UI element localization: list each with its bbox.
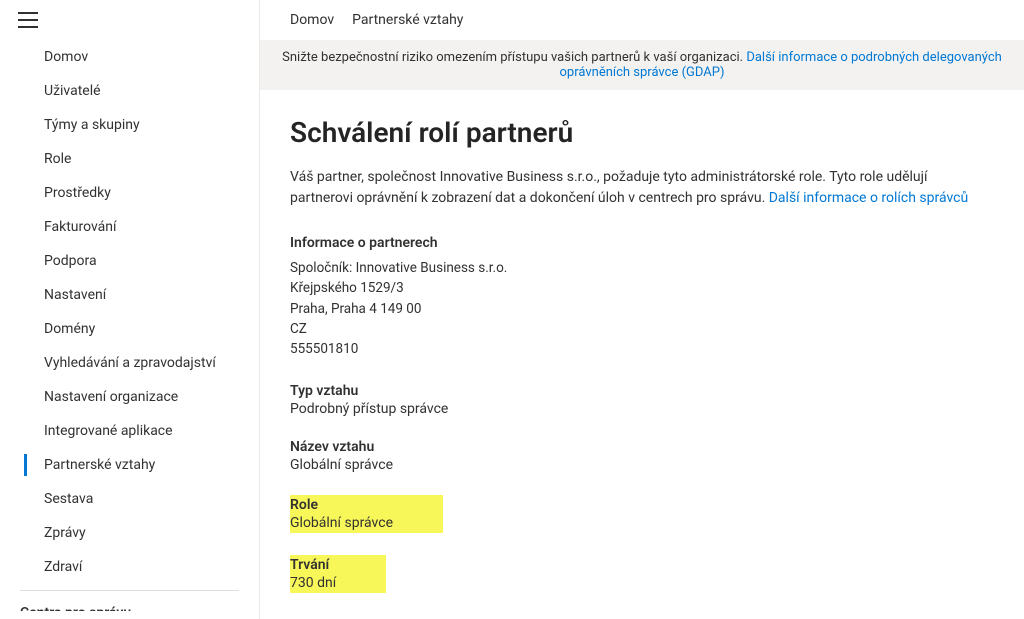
nav-divider xyxy=(20,590,239,591)
intro-link[interactable]: Další informace o rolích správců xyxy=(769,190,968,206)
sidebar-item-label: Sestava xyxy=(44,491,93,507)
sidebar-item-label: Podpora xyxy=(44,253,97,269)
main-content: Domov Partnerské vztahy Snižte bezpečnos… xyxy=(260,0,1024,619)
sidebar-item-podpora[interactable]: Podpora xyxy=(0,244,259,278)
roles-block-highlight: Role Globální správce xyxy=(290,495,443,533)
relationship-type-value: Podrobný přístup správce xyxy=(290,401,970,417)
sidebar-item-label: Nastavení organizace xyxy=(44,389,178,405)
breadcrumb-current[interactable]: Partnerské vztahy xyxy=(352,12,463,28)
page-title: Schválení rolí partnerů xyxy=(290,116,970,149)
sidebar-item-sestava[interactable]: Sestava xyxy=(0,482,259,516)
sidebar-item-uzivatele[interactable]: Uživatelé xyxy=(0,74,259,108)
partner-info-heading: Informace o partnerech xyxy=(290,233,970,254)
duration-label: Trvání xyxy=(290,557,336,573)
partner-id: 555501810 xyxy=(290,339,970,359)
breadcrumb: Domov Partnerské vztahy xyxy=(260,0,1024,40)
sidebar-item-domov[interactable]: Domov xyxy=(0,40,259,74)
sidebar-item-partnerske-vztahy[interactable]: Partnerské vztahy xyxy=(0,448,259,482)
sidebar-item-label: Prostředky xyxy=(44,185,111,201)
partner-company-line: Spoločník: Innovative Business s.r.o. xyxy=(290,258,970,278)
info-banner-text: Snižte bezpečnostní riziko omezením přís… xyxy=(282,50,743,65)
sidebar-item-label: Fakturování xyxy=(44,219,117,235)
sidebar-item-prostredky[interactable]: Prostředky xyxy=(0,176,259,210)
nav-toggle-button[interactable] xyxy=(12,6,44,34)
sidebar-item-label: Uživatelé xyxy=(44,83,101,99)
partner-company-name: Innovative Business s.r.o. xyxy=(356,260,508,276)
roles-value: Globální správce xyxy=(290,515,393,531)
sidebar-item-zpravy[interactable]: Zprávy xyxy=(0,516,259,550)
sidebar-item-zdravi[interactable]: Zdraví xyxy=(0,550,259,584)
sidebar-item-fakturovani[interactable]: Fakturování xyxy=(0,210,259,244)
sidebar-item-integrovane-aplikace[interactable]: Integrované aplikace xyxy=(0,414,259,448)
sidebar: Domov Uživatelé Týmy a skupiny Role Pros… xyxy=(0,0,260,619)
info-banner: Snižte bezpečnostní riziko omezením přís… xyxy=(260,40,1024,90)
relationship-name-label: Název vztahu xyxy=(290,439,970,455)
partner-city: Praha, Praha 4 149 00 xyxy=(290,299,970,319)
nav-main: Domov Uživatelé Týmy a skupiny Role Pros… xyxy=(0,40,259,611)
partner-info-block: Informace o partnerech Spoločník: Innova… xyxy=(290,233,970,359)
sidebar-item-domeny[interactable]: Domény xyxy=(0,312,259,346)
sidebar-item-label: Nastavení xyxy=(44,287,106,303)
partner-country: CZ xyxy=(290,319,970,339)
relationship-type-label: Typ vztahu xyxy=(290,383,970,399)
relationship-name-value: Globální správce xyxy=(290,457,970,473)
sidebar-item-nastaveni[interactable]: Nastavení xyxy=(0,278,259,312)
relationship-name-block: Název vztahu Globální správce xyxy=(290,439,970,473)
sidebar-item-label: Role xyxy=(44,151,71,167)
sidebar-item-nastaveni-organizace[interactable]: Nastavení organizace xyxy=(0,380,259,414)
roles-label: Role xyxy=(290,497,393,513)
hamburger-icon xyxy=(18,12,38,28)
sidebar-item-label: Integrované aplikace xyxy=(44,423,173,439)
breadcrumb-home[interactable]: Domov xyxy=(290,12,334,28)
sidebar-item-role[interactable]: Role xyxy=(0,142,259,176)
partner-company-label: Spoločník: xyxy=(290,260,352,276)
sidebar-item-label: Vyhledávání a zpravodajství xyxy=(44,355,216,371)
partner-street: Křejpského 1529/3 xyxy=(290,278,970,298)
relationship-type-block: Typ vztahu Podrobný přístup správce xyxy=(290,383,970,417)
sidebar-item-label: Partnerské vztahy xyxy=(44,457,155,473)
intro-paragraph: Váš partner, společnost Innovative Busin… xyxy=(290,167,970,209)
sidebar-item-label: Zprávy xyxy=(44,525,86,541)
sidebar-item-label: Týmy a skupiny xyxy=(44,117,140,133)
sidebar-item-label: Domény xyxy=(44,321,95,337)
duration-block-highlight: Trvání 730 dní xyxy=(290,555,386,593)
sidebar-item-vyhledavani[interactable]: Vyhledávání a zpravodajství xyxy=(0,346,259,380)
sidebar-item-tymy-a-skupiny[interactable]: Týmy a skupiny xyxy=(0,108,259,142)
duration-value: 730 dní xyxy=(290,575,336,591)
sidebar-item-label: Domov xyxy=(44,49,88,65)
sidebar-item-label: Zdraví xyxy=(44,559,82,575)
nav-section-header: Centra pro správu xyxy=(0,595,259,611)
